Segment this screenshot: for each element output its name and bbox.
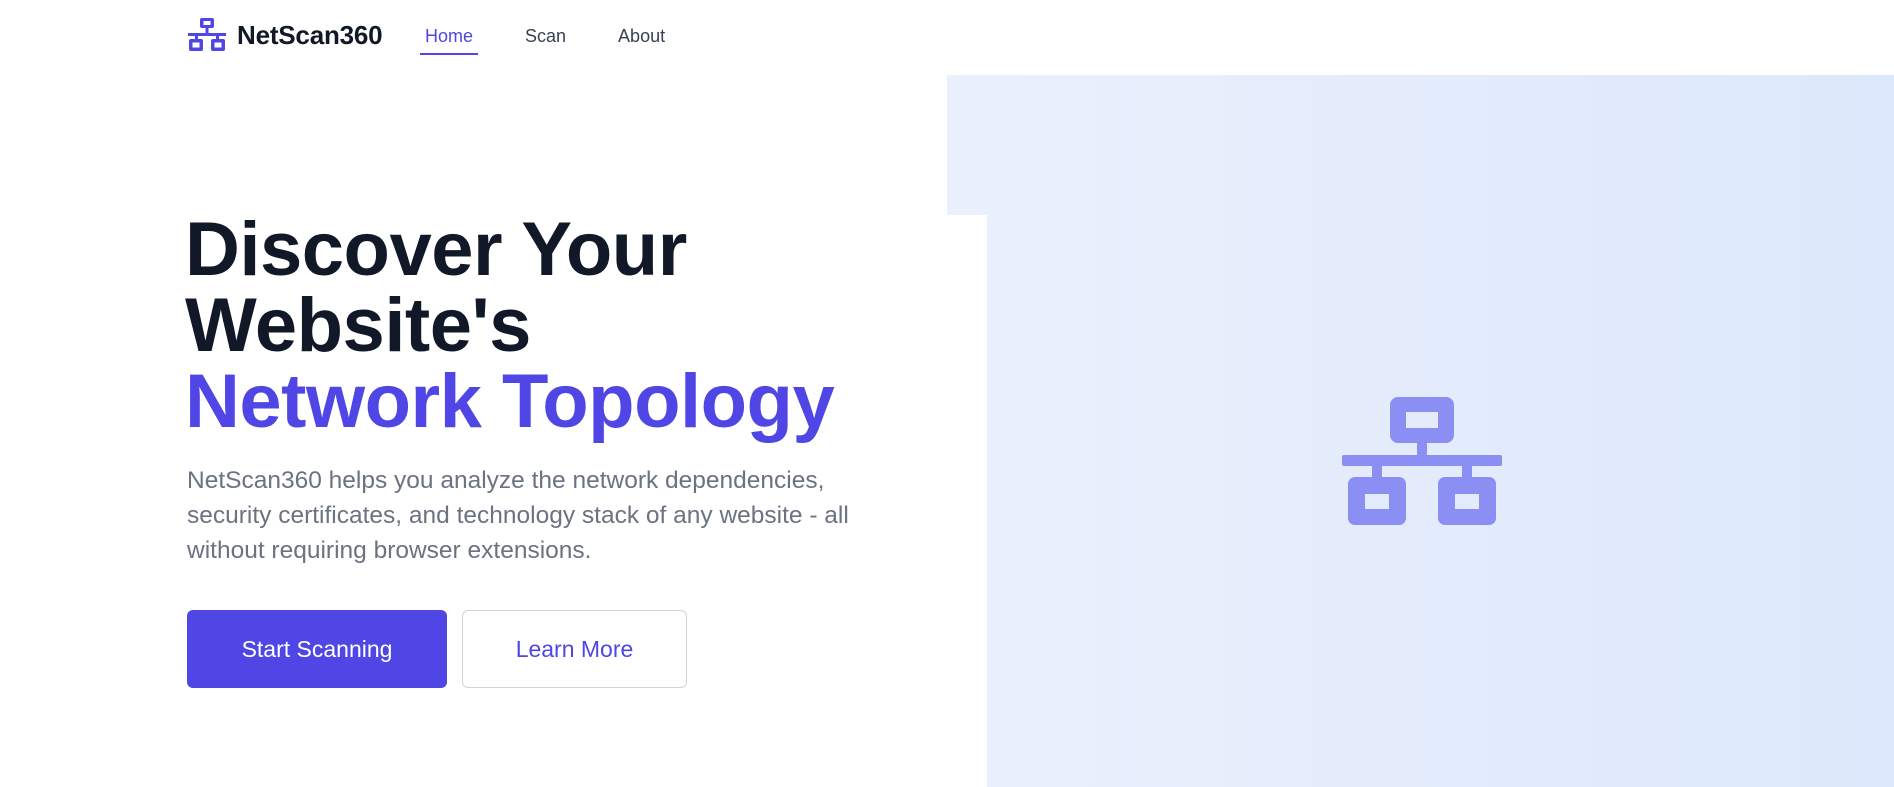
hero-description: NetScan360 helps you analyze the network… [187, 467, 849, 564]
nav-about[interactable]: About [613, 24, 670, 55]
brand-name: NetScan360 [237, 19, 383, 50]
main-nav: Home Scan About [420, 24, 712, 55]
learn-more-button[interactable]: Learn More [462, 610, 687, 688]
network-icon [188, 18, 226, 51]
navbar: NetScan360 Home Scan About [0, 0, 1894, 75]
start-scanning-button[interactable]: Start Scanning [187, 610, 447, 688]
nav-scan[interactable]: Scan [520, 24, 571, 55]
hero-title-line2: Website's [185, 283, 531, 368]
network-icon [1342, 397, 1502, 525]
nav-home[interactable]: Home [420, 24, 479, 55]
panel-notch [947, 215, 987, 787]
hero-title-accent: Network Topology [185, 359, 835, 444]
brand[interactable]: NetScan360 [187, 17, 383, 53]
hero-title-line1: Discover Your [185, 207, 687, 292]
hero-title: Discover Your Website's Network Topology [185, 207, 835, 444]
